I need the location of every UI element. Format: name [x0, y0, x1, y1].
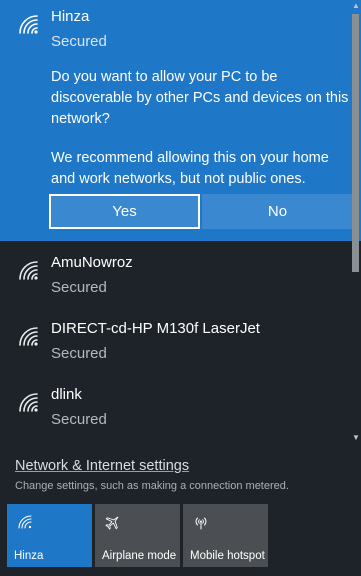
quick-action-label: Hinza: [14, 550, 44, 562]
prompt-question: Do you want to allow your PC to be disco…: [51, 69, 349, 127]
network-settings-link[interactable]: Network & Internet settings: [15, 457, 189, 475]
network-item[interactable]: dlink Secured: [0, 378, 350, 444]
yes-button[interactable]: Yes: [49, 194, 200, 229]
network-status: Secured: [51, 345, 107, 362]
discoverable-prompt: Do you want to allow your PC to be disco…: [51, 67, 349, 208]
wifi-icon: [19, 15, 38, 34]
quick-action-airplane-mode[interactable]: Airplane mode: [95, 504, 180, 567]
wifi-icon: [19, 393, 38, 412]
network-item-selected[interactable]: Hinza Secured: [0, 0, 350, 66]
selected-network-panel: Hinza Secured Do you want to allow your …: [0, 0, 361, 241]
network-item[interactable]: DIRECT-cd-HP M130f LaserJet Secured: [0, 312, 350, 378]
wifi-icon: [18, 515, 32, 529]
network-list-scrollbar[interactable]: ▲ ▼: [350, 0, 361, 448]
network-name: Hinza: [51, 8, 90, 25]
network-status: Secured: [51, 279, 107, 296]
network-flyout: Hinza Secured Do you want to allow your …: [0, 0, 361, 576]
network-settings-description: Change settings, such as making a connec…: [15, 480, 289, 492]
network-name: dlink: [51, 386, 82, 403]
network-item[interactable]: AmuNowroz Secured: [0, 246, 350, 312]
airplane-icon: [105, 516, 119, 530]
scroll-up-arrow-icon[interactable]: ▲: [352, 2, 360, 10]
quick-action-label: Airplane mode: [102, 550, 177, 562]
wifi-icon: [19, 327, 38, 346]
quick-action-wifi[interactable]: Hinza: [7, 504, 92, 567]
scroll-thumb[interactable]: [352, 14, 359, 272]
quick-action-label: Mobile hotspot: [190, 550, 265, 562]
wifi-icon: [19, 261, 38, 280]
network-status: Secured: [51, 411, 107, 428]
no-button[interactable]: No: [202, 194, 353, 229]
hotspot-icon: [195, 517, 207, 530]
network-name: DIRECT-cd-HP M130f LaserJet: [51, 320, 260, 337]
network-name: AmuNowroz: [51, 254, 133, 271]
network-status: Secured: [51, 33, 107, 50]
quick-action-mobile-hotspot[interactable]: Mobile hotspot: [183, 504, 268, 567]
scroll-down-arrow-icon[interactable]: ▼: [352, 434, 360, 442]
prompt-recommendation: We recommend allowing this on your home …: [51, 150, 329, 187]
